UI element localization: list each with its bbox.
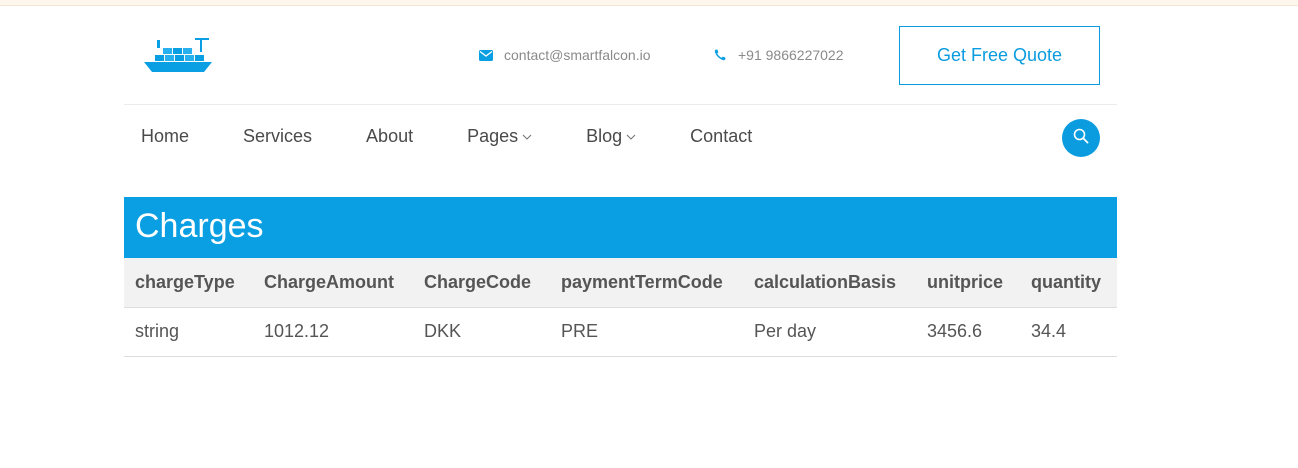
table-header-row: chargeType ChargeAmount ChargeCode payme…: [124, 258, 1117, 308]
column-header: calculationBasis: [743, 258, 916, 308]
email-text[interactable]: contact@smartfalcon.io: [504, 47, 651, 63]
search-icon: [1073, 128, 1089, 149]
nav-label: Pages: [467, 126, 519, 146]
nav-label: Home: [141, 126, 190, 146]
envelope-icon: [478, 47, 494, 63]
table-cell: Per day: [743, 307, 916, 357]
header-divider: [124, 104, 1117, 105]
nav-label: About: [366, 126, 414, 146]
charges-header: Charges: [124, 197, 1117, 258]
top-strip: [0, 0, 1298, 6]
table-cell: 3456.6: [916, 307, 1020, 357]
column-header: unitprice: [916, 258, 1020, 308]
table-row: string 1012.12 DKK PRE Per day 3456.6 34…: [124, 307, 1117, 357]
nav-item-blog[interactable]: Blog: [586, 126, 636, 147]
table-cell: DKK: [413, 307, 550, 357]
chevron-down-icon: [522, 134, 532, 140]
column-header: paymentTermCode: [550, 258, 743, 308]
header-email[interactable]: contact@smartfalcon.io: [478, 47, 651, 63]
nav-item-contact[interactable]: Contact: [690, 126, 752, 147]
get-free-quote-button[interactable]: Get Free Quote: [899, 26, 1100, 85]
nav-item-services[interactable]: Services: [243, 126, 312, 147]
ship-logo[interactable]: [140, 34, 216, 76]
nav-label: Blog: [586, 126, 623, 146]
table-cell: 1012.12: [253, 307, 413, 357]
phone-icon: [712, 47, 728, 63]
main-nav: Home Services About Pages Blog Contact: [141, 126, 752, 147]
charges-title: Charges: [135, 207, 264, 245]
nav-item-about[interactable]: About: [366, 126, 413, 147]
nav-item-pages[interactable]: Pages: [467, 126, 532, 147]
column-header: ChargeCode: [413, 258, 550, 308]
table-cell: PRE: [550, 307, 743, 357]
column-header: ChargeAmount: [253, 258, 413, 308]
nav-label: Services: [243, 126, 313, 146]
table-cell: string: [124, 307, 253, 357]
chevron-down-icon: [626, 134, 636, 140]
phone-text[interactable]: +91 9866227022: [738, 47, 844, 63]
column-header: quantity: [1020, 258, 1117, 308]
header-phone[interactable]: +91 9866227022: [712, 47, 844, 63]
table-cell: 34.4: [1020, 307, 1117, 357]
nav-label: Contact: [690, 126, 753, 146]
column-header: chargeType: [124, 258, 253, 308]
search-button[interactable]: [1062, 119, 1100, 157]
charges-table: chargeType ChargeAmount ChargeCode payme…: [124, 258, 1117, 357]
nav-item-home[interactable]: Home: [141, 126, 189, 147]
